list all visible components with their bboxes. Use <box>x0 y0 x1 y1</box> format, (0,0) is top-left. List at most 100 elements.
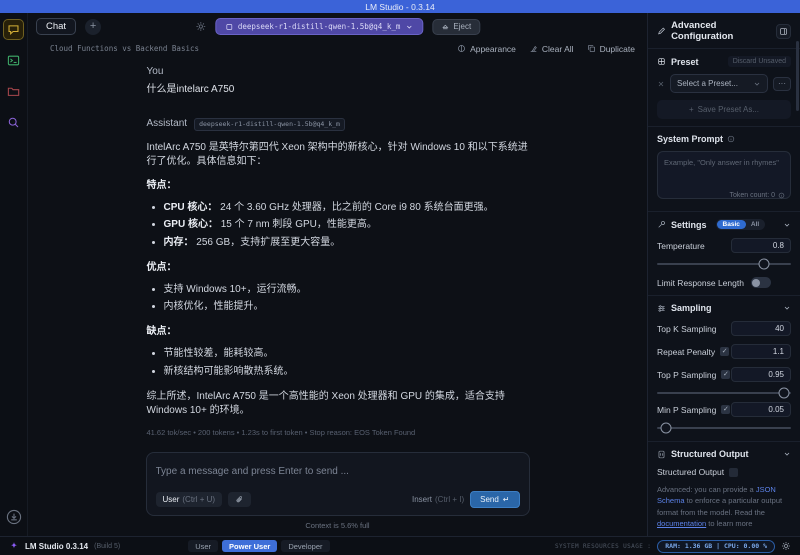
assistant-message: Assistant deepseek-r1-distill-qwen-1.5b@… <box>147 117 529 448</box>
settings-label: Settings <box>671 219 707 230</box>
chevron-down-icon <box>407 25 412 29</box>
slider-thumb[interactable] <box>758 258 770 269</box>
list-item: 节能性较差，能耗较高。 <box>164 347 529 361</box>
structured-output-checkbox-label: Structured Output <box>657 467 725 477</box>
terminal-icon <box>7 55 20 66</box>
gear-icon <box>195 22 205 31</box>
attach-file-button[interactable] <box>228 492 252 507</box>
preset-more-button[interactable]: ··· <box>773 76 791 91</box>
folder-icon <box>7 87 20 96</box>
temperature-label: Temperature <box>657 240 705 251</box>
nav-developer-icon[interactable] <box>4 51 23 70</box>
user-message: You 什么是intelarc A750 <box>147 65 529 97</box>
duplicate-button[interactable]: Duplicate <box>587 44 635 54</box>
chevron-down-icon <box>784 306 790 310</box>
send-button[interactable]: Send ↵ <box>470 491 520 508</box>
top-k-label: Top K Sampling <box>657 323 717 334</box>
panel-title: Advanced Configuration <box>671 20 734 42</box>
repeat-penalty-value[interactable]: 1.1 <box>731 344 791 359</box>
temperature-slider[interactable] <box>657 258 791 269</box>
limit-response-toggle[interactable] <box>750 277 771 288</box>
assistant-role-label: Assistant <box>146 118 188 130</box>
min-p-value[interactable]: 0.05 <box>731 402 791 417</box>
settings-basic-tab[interactable]: Basic <box>716 220 746 229</box>
feature-text: 24 个 3.60 GHz 处理器，比之前的 Core i9 80 系统台面更强… <box>217 202 494 214</box>
composer-box[interactable]: User (Ctrl + U) Insert (Ctrl + I) Send <box>145 452 530 516</box>
tab-power-user[interactable]: Power User <box>222 540 278 552</box>
chevron-down-icon <box>784 452 790 456</box>
temperature-value[interactable]: 0.8 <box>731 238 791 253</box>
appearance-icon <box>458 45 465 52</box>
user-mode-tabs: User Power User Developer <box>188 540 330 552</box>
limit-response-label: Limit Response Length <box>657 277 744 288</box>
repeat-penalty-checkbox[interactable]: ✓ <box>720 347 730 356</box>
top-p-label: Top P Sampling <box>657 369 717 380</box>
preset-select[interactable]: Select a Preset... <box>670 74 768 93</box>
top-p-slider[interactable] <box>657 387 791 398</box>
tab-user[interactable]: User <box>188 540 219 552</box>
duplicate-icon <box>587 45 595 52</box>
feature-text: 256 GB，支持扩展至更大容量。 <box>193 236 341 248</box>
role-user-label: User <box>162 495 180 504</box>
nav-discover-icon[interactable] <box>4 113 23 132</box>
save-preset-as-button[interactable]: + Save Preset As... <box>657 100 791 119</box>
slider-thumb[interactable] <box>778 387 790 398</box>
slider-thumb[interactable] <box>660 422 672 433</box>
chat-bubble-icon <box>8 25 19 36</box>
features-list: CPU 核心： 24 个 3.60 GHz 处理器，比之前的 Core i9 8… <box>147 201 529 250</box>
min-p-slider[interactable] <box>657 422 791 433</box>
structured-output-checkbox[interactable] <box>729 467 739 477</box>
repeat-penalty-label: Repeat Penalty <box>657 346 716 357</box>
clear-preset-button[interactable] <box>657 80 665 88</box>
nav-models-icon[interactable] <box>4 82 23 101</box>
composer-area: User (Ctrl + U) Insert (Ctrl + I) Send <box>28 448 647 536</box>
top-k-value[interactable]: 40 <box>731 321 791 336</box>
message-input[interactable] <box>155 466 520 477</box>
settings-all-tab[interactable]: All <box>746 220 764 229</box>
structured-output-label: Structured Output <box>671 449 749 459</box>
desc-text: to learn more <box>706 518 753 528</box>
structured-output-description: Advanced: you can provide a JSON Schema … <box>657 484 791 529</box>
status-settings-button[interactable] <box>781 541 791 551</box>
lm-studio-window: LM Studio - 0.3.14 Chat + deepseek-r1-di… <box>0 0 800 555</box>
pencil-icon <box>658 27 665 35</box>
panel-right-icon <box>780 27 787 35</box>
top-p-value[interactable]: 0.95 <box>731 367 791 382</box>
chat-scroll-area[interactable]: You 什么是intelarc A750 Assistant deepseek-… <box>28 57 647 448</box>
status-bar: LM Studio 0.3.14 (Build 5) User Power Us… <box>0 536 800 555</box>
min-p-checkbox[interactable]: ✓ <box>721 405 731 414</box>
insert-label: Insert <box>411 495 432 504</box>
resources-usage-badge[interactable]: RAM: 1.36 GB | CPU: 0.00 % <box>657 539 775 553</box>
tab-developer[interactable]: Developer <box>281 540 330 552</box>
eject-model-button[interactable]: Eject <box>432 18 481 35</box>
user-message-text: 什么是intelarc A750 <box>146 84 235 96</box>
chat-tab[interactable]: Chat <box>36 18 77 35</box>
structured-output-section: Structured Output Structured Output Adva… <box>648 441 800 536</box>
clear-all-label: Clear All <box>541 43 574 54</box>
generation-stats: 41.62 tok/sec • 200 tokens • 1.23s to fi… <box>146 428 416 438</box>
role-user-button[interactable]: User (Ctrl + U) <box>155 492 223 507</box>
token-count: Token count: 0 <box>729 192 775 199</box>
clear-all-button[interactable]: Clear All <box>529 44 574 54</box>
settings-mode-toggle[interactable]: Basic All <box>715 219 766 230</box>
save-preset-as-label: Save Preset As... <box>697 105 760 114</box>
conversation-title: Cloud Functions vs Backend Basics <box>50 44 200 53</box>
collapse-panel-button[interactable] <box>776 23 791 39</box>
chat-column: Chat + deepseek-r1-distill-qwen-1.5b@q4_… <box>28 13 647 536</box>
preset-icon <box>658 58 665 65</box>
model-settings-gear-button[interactable] <box>195 21 206 32</box>
documentation-link[interactable]: documentation <box>657 519 706 528</box>
feature-text: 15 个 7 nm 刺段 GPU，性能更高。 <box>217 219 377 231</box>
new-chat-button[interactable]: + <box>85 18 102 35</box>
downloads-button[interactable] <box>4 507 23 526</box>
pros-list: 支持 Windows 10+，运行流畅。 内核优化，性能提升。 <box>147 283 529 314</box>
panel-scrollbar[interactable] <box>796 41 799 111</box>
assistant-intro: IntelArc A750 是英特尔第四代 Xeon 架构中的新核心，针对 Wi… <box>146 141 528 167</box>
nav-chat-icon[interactable] <box>3 19 24 40</box>
model-selector[interactable]: deepseek-r1-distill-qwen-1.5b@q4_k_m <box>214 18 424 35</box>
discard-unsaved-button[interactable]: Discard Unsaved <box>727 56 791 67</box>
top-p-checkbox[interactable]: ✓ <box>721 370 731 379</box>
appearance-button[interactable]: Appearance <box>457 44 516 54</box>
min-p-label: Min P Sampling <box>657 404 717 415</box>
insert-hint[interactable]: Insert (Ctrl + I) <box>412 495 464 504</box>
